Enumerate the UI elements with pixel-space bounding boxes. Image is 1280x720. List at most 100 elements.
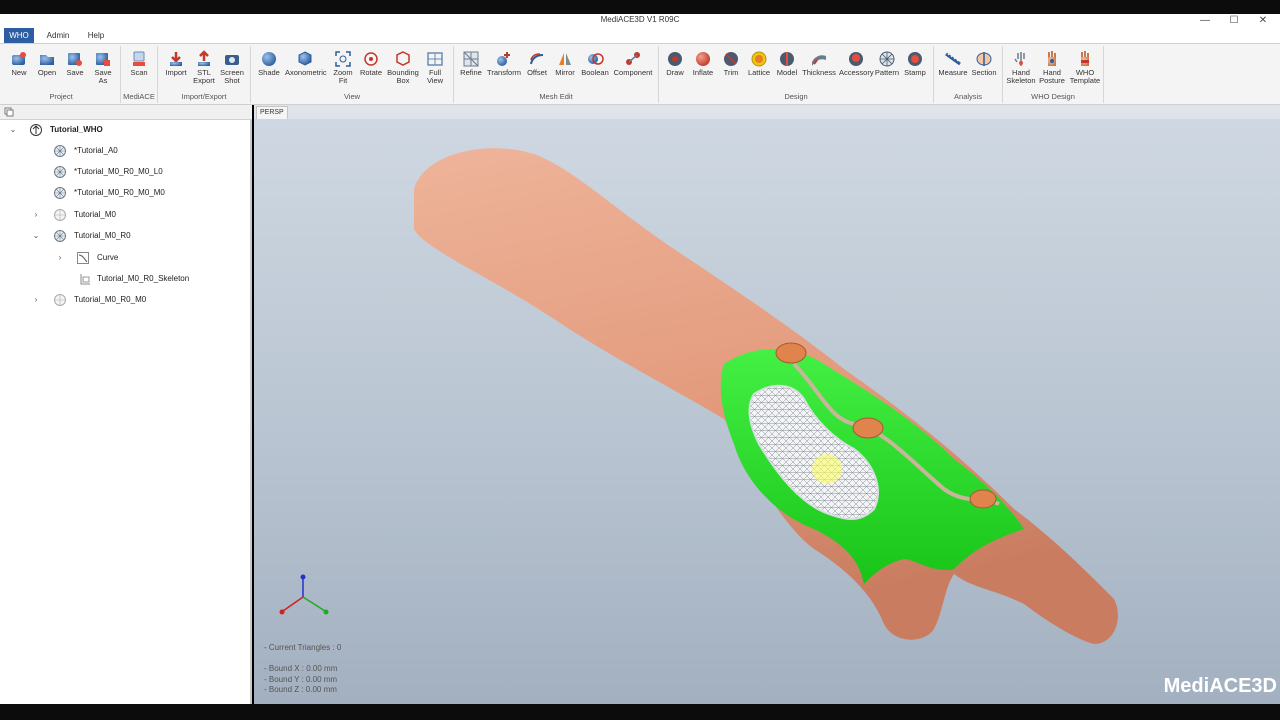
menu-admin[interactable]: Admin xyxy=(42,28,74,43)
panel-copy-icon[interactable] xyxy=(4,107,14,117)
scan-button[interactable]: Scan xyxy=(125,48,153,92)
close-button[interactable]: ✕ xyxy=(1248,14,1278,28)
component-button[interactable]: Component xyxy=(612,48,654,92)
strap-button-2 xyxy=(852,417,884,439)
axis-gizmo xyxy=(279,574,329,615)
tree-node-label: Tutorial_M0_R0_M0 xyxy=(74,295,147,304)
menu-who[interactable]: WHO xyxy=(4,28,34,43)
tree-node-tutorial-m0-r0-m0-m0[interactable]: *Tutorial_M0_R0_M0_M0 xyxy=(0,184,250,202)
model-button[interactable]: Model xyxy=(773,48,801,92)
axonometric-button[interactable]: Axonometric xyxy=(285,48,327,92)
lattice-icon xyxy=(751,51,767,67)
refine-label: Refine xyxy=(460,68,482,77)
mediace3d-logo: MediACE3D xyxy=(1163,675,1277,697)
tree-node-tutorial-a0[interactable]: *Tutorial_A0 xyxy=(0,142,250,160)
tree-node-tutorial-m0-r0-m0-l0[interactable]: *Tutorial_M0_R0_M0_L0 xyxy=(0,163,250,181)
save-label: Save xyxy=(66,68,84,77)
section-button[interactable]: Section xyxy=(969,48,999,92)
boolean-button[interactable]: Boolean xyxy=(579,48,611,92)
pattern-button[interactable]: Pattern xyxy=(873,48,901,92)
mirror-label: Mirror xyxy=(555,68,575,77)
tree-node-tutorial-m0[interactable]: › Tutorial_M0 xyxy=(0,206,250,224)
tree-expander[interactable]: › xyxy=(32,291,40,309)
stl-export-button[interactable]: STL Export xyxy=(190,48,218,92)
inflate-icon xyxy=(696,52,710,66)
inflate-button[interactable]: Inflate xyxy=(689,48,717,92)
maximize-button[interactable]: ☐ xyxy=(1219,14,1249,28)
group-label-view: View xyxy=(343,92,361,101)
minimize-button[interactable]: — xyxy=(1190,14,1220,28)
tree-expander[interactable]: ⌄ xyxy=(9,121,17,139)
tree-node-label: *Tutorial_M0_R0_M0_M0 xyxy=(74,188,165,197)
tree-node-label: Tutorial_M0_R0 xyxy=(74,231,131,240)
hand-posture-button[interactable]: Hand Posture xyxy=(1037,48,1067,92)
tree-node-tutorial-m0-r0-m0[interactable]: › Tutorial_M0_R0_M0 xyxy=(0,291,250,309)
cube-icon xyxy=(298,51,312,66)
group-label-import-export: Import/Export xyxy=(181,92,227,101)
thickness-label: Thickness xyxy=(802,68,836,77)
stamp-label: Stamp xyxy=(904,68,926,77)
who-template-button[interactable]: WHO Template xyxy=(1069,48,1101,92)
stamp-button[interactable]: Stamp xyxy=(901,48,929,92)
bounding-box-button[interactable]: Bounding Box xyxy=(385,48,421,92)
arm-splint-model[interactable] xyxy=(254,119,1280,704)
group-label-mesh-edit: Mesh Edit xyxy=(539,92,573,101)
group-import-export: Import STL Export Screen Shot Import/Exp… xyxy=(158,46,251,103)
draw-button[interactable]: Draw xyxy=(661,48,689,92)
measure-button[interactable]: Measure xyxy=(937,48,969,92)
zoom-fit-button[interactable]: Zoom Fit xyxy=(329,48,357,92)
zoom-fit-icon xyxy=(335,51,351,67)
inflate-label: Inflate xyxy=(692,68,714,77)
menu-bar: WHO Admin Help xyxy=(0,28,1280,44)
bottom-black-bar xyxy=(0,704,1280,720)
mirror-button[interactable]: Mirror xyxy=(551,48,579,92)
full-view-button[interactable]: Full View xyxy=(421,48,449,92)
accessory-button[interactable]: Accessory xyxy=(839,48,874,92)
thickness-button[interactable]: Thickness xyxy=(801,48,837,92)
import-label: Import xyxy=(165,68,187,77)
tree-expander[interactable]: › xyxy=(32,206,40,224)
tree-node-curve[interactable]: › Curve xyxy=(0,249,250,267)
rotate-button[interactable]: Rotate xyxy=(357,48,385,92)
screen-shot-button[interactable]: Screen Shot xyxy=(218,48,246,92)
root-icon xyxy=(30,124,42,136)
tree-node-label: Curve xyxy=(97,253,119,262)
tab-persp[interactable]: PERSP xyxy=(256,106,288,120)
tree-expander[interactable]: ⌄ xyxy=(32,227,40,245)
accessory-label: Accessory xyxy=(839,68,874,77)
camera-icon xyxy=(225,55,239,65)
shade-button[interactable]: Shade xyxy=(255,48,283,92)
lattice-button[interactable]: Lattice xyxy=(745,48,773,92)
tree-node-tutorial-who[interactable]: ⌄ Tutorial_WHO xyxy=(0,121,250,139)
mesh-icon xyxy=(54,230,66,242)
group-label-who-design: WHO Design xyxy=(1031,92,1075,101)
thickness-icon xyxy=(812,55,826,66)
new-button[interactable]: New xyxy=(5,48,33,92)
stat-bound-x: - Bound X : 0.00 mm xyxy=(264,664,338,673)
hand-skeleton-button[interactable]: Hand Skeleton xyxy=(1006,48,1036,92)
3d-viewport[interactable]: - Current Triangles : 0 - Bound X : 0.00… xyxy=(254,119,1280,704)
group-mesh-edit: Refine Transform Offset Mirror Boolean C… xyxy=(454,46,659,103)
menu-help[interactable]: Help xyxy=(82,28,110,43)
tree-node-tutorial-m0-r0[interactable]: ⌄ Tutorial_M0_R0 xyxy=(0,227,250,245)
stl-export-label: STL Export xyxy=(193,68,215,85)
transform-button[interactable]: Transform xyxy=(487,48,521,92)
curve-icon xyxy=(77,252,89,264)
save-button[interactable]: Save xyxy=(61,48,89,92)
save-as-label: Save As xyxy=(94,68,112,85)
full-view-icon xyxy=(427,52,443,66)
mesh-icon xyxy=(54,294,66,306)
refine-button[interactable]: Refine xyxy=(457,48,485,92)
tree-expander[interactable]: › xyxy=(56,249,64,267)
stat-bound-z: - Bound Z : 0.00 mm xyxy=(264,685,337,694)
save-as-button[interactable]: Save As xyxy=(89,48,117,92)
open-button[interactable]: Open xyxy=(33,48,61,92)
trim-button[interactable]: Trim xyxy=(717,48,745,92)
pattern-icon xyxy=(879,51,895,67)
hand-skeleton-icon xyxy=(1014,52,1025,66)
import-icon xyxy=(170,52,182,66)
tree-node-skeleton[interactable]: Tutorial_M0_R0_Skeleton xyxy=(0,270,250,288)
full-view-label: Full View xyxy=(426,68,444,85)
offset-button[interactable]: Offset xyxy=(523,48,551,92)
import-button[interactable]: Import xyxy=(162,48,190,92)
